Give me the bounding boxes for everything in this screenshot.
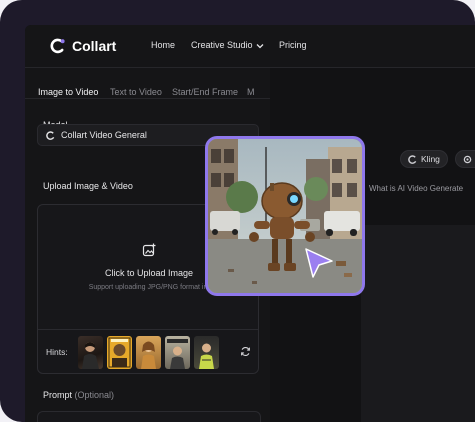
spinner-icon xyxy=(408,154,417,164)
hint-thumbnail-image xyxy=(108,337,131,368)
tabs-divider xyxy=(25,98,270,99)
prompt-optional-text: (Optional) xyxy=(74,390,115,400)
hint-thumbnail[interactable] xyxy=(136,336,161,369)
robot-street-image xyxy=(208,139,362,293)
hints-divider xyxy=(38,329,258,330)
model-pill-kling[interactable]: Kling xyxy=(400,150,448,168)
nav-creative-studio-label: Creative Studio xyxy=(191,40,253,50)
prompt-label-text: Prompt xyxy=(43,390,73,400)
model-pill-second[interactable] xyxy=(455,150,475,168)
tab-image-to-video[interactable]: Image to Video xyxy=(38,87,98,97)
nav-home[interactable]: Home xyxy=(151,40,175,50)
tab-more[interactable]: M xyxy=(247,87,255,97)
upload-section-label: Upload Image & Video xyxy=(43,181,133,191)
prompt-label: Prompt (Optional) xyxy=(43,390,114,400)
hint-thumbnail-image xyxy=(167,339,188,369)
nav-creative-studio[interactable]: Creative Studio xyxy=(191,40,264,50)
preview-image-card[interactable] xyxy=(205,136,365,296)
chevron-down-icon xyxy=(256,43,264,49)
image-upload-icon xyxy=(142,243,156,257)
prompt-input[interactable] xyxy=(37,411,261,422)
top-navigation-bar: Collart Home Creative Studio Pricing xyxy=(25,25,475,68)
brand-name: Collart xyxy=(72,38,117,54)
hint-thumbnail[interactable] xyxy=(78,336,103,369)
tab-text-to-video[interactable]: Text to Video xyxy=(110,87,162,97)
spiral-icon xyxy=(463,155,472,163)
hint-thumbnail-image xyxy=(199,343,214,369)
hint-thumbnail[interactable] xyxy=(194,336,219,369)
hint-thumbnail-image xyxy=(82,342,99,369)
spinner-icon xyxy=(46,130,55,140)
hints-label: Hints: xyxy=(46,347,68,357)
hint-thumbnail-image xyxy=(141,341,156,369)
hint-thumbnail[interactable] xyxy=(165,336,190,369)
model-pill-kling-label: Kling xyxy=(421,154,440,164)
nav-pricing[interactable]: Pricing xyxy=(279,40,307,50)
right-content-panel xyxy=(361,225,475,422)
hint-thumbnail[interactable] xyxy=(107,336,132,369)
model-select-value: Collart Video General xyxy=(61,130,147,140)
brand-logo[interactable]: Collart xyxy=(50,37,116,55)
info-text: What is AI Video Generate xyxy=(369,184,464,193)
tab-start-end-frame[interactable]: Start/End Frame xyxy=(172,87,238,97)
refresh-icon[interactable] xyxy=(240,346,251,357)
collart-logo-icon xyxy=(50,38,65,54)
